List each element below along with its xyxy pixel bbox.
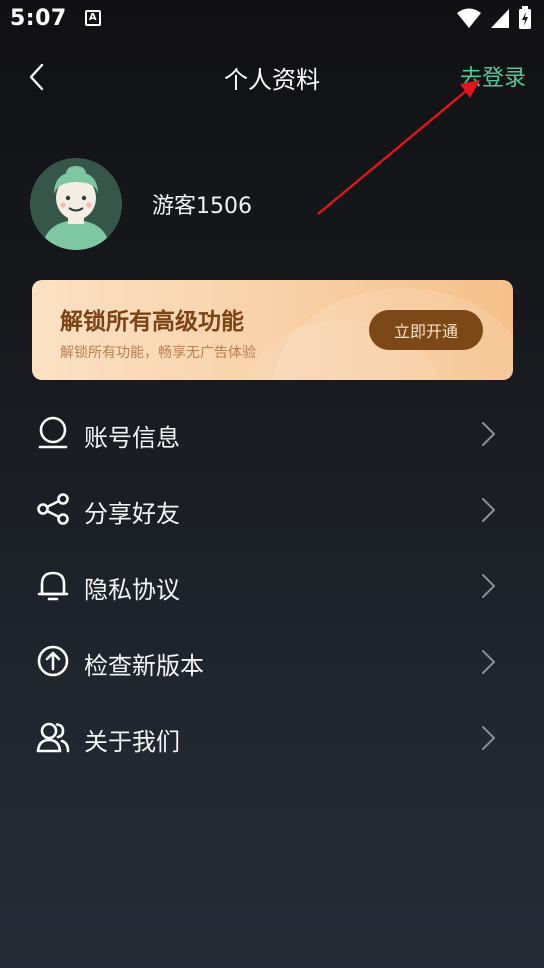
menu-item-privacy[interactable]: 隐私协议 bbox=[0, 548, 544, 624]
menu-item-about[interactable]: 关于我们 bbox=[0, 700, 544, 776]
menu-item-label: 隐私协议 bbox=[84, 576, 180, 604]
status-icons bbox=[456, 6, 532, 30]
status-time: 5:07 bbox=[10, 5, 67, 31]
back-button[interactable] bbox=[22, 62, 52, 92]
settings-menu: 账号信息 分享好友 隐私协议 检查新版本 关于我们 bbox=[0, 396, 544, 776]
signal-icon bbox=[491, 9, 509, 28]
notification-a-icon: A bbox=[84, 10, 101, 26]
user-icon bbox=[38, 416, 68, 449]
chevron-right-icon bbox=[482, 650, 496, 674]
avatar[interactable] bbox=[30, 158, 122, 250]
upload-icon bbox=[37, 645, 69, 677]
status-bar: 5:07 A bbox=[0, 0, 544, 36]
users-icon bbox=[36, 722, 70, 753]
chevron-right-icon bbox=[482, 498, 496, 522]
share-icon bbox=[37, 493, 69, 525]
menu-item-label: 检查新版本 bbox=[84, 652, 204, 680]
profile-section[interactable]: 游客1506 bbox=[30, 158, 252, 250]
chevron-right-icon bbox=[482, 726, 496, 750]
vip-subtitle: 解锁所有功能，畅享无广告体验 bbox=[60, 345, 256, 361]
username: 游客1506 bbox=[152, 194, 252, 219]
menu-item-account-info[interactable]: 账号信息 bbox=[0, 396, 544, 472]
menu-item-label: 关于我们 bbox=[84, 728, 180, 756]
menu-item-check-update[interactable]: 检查新版本 bbox=[0, 624, 544, 700]
chevron-left-icon bbox=[29, 63, 44, 91]
vip-banner[interactable]: 解锁所有高级功能 解锁所有功能，畅享无广告体验 立即开通 bbox=[32, 280, 513, 380]
menu-item-label: 账号信息 bbox=[84, 424, 180, 452]
vip-title: 解锁所有高级功能 bbox=[60, 309, 244, 335]
avatar-icon bbox=[30, 158, 122, 250]
chevron-right-icon bbox=[482, 422, 496, 446]
wifi-icon bbox=[457, 8, 481, 28]
battery-icon bbox=[519, 6, 531, 29]
chevron-right-icon bbox=[482, 574, 496, 598]
menu-item-share[interactable]: 分享好友 bbox=[0, 472, 544, 548]
bell-icon bbox=[37, 571, 69, 601]
activate-button[interactable]: 立即开通 bbox=[369, 310, 483, 350]
annotation-arrow bbox=[317, 80, 480, 215]
menu-item-label: 分享好友 bbox=[84, 500, 180, 528]
